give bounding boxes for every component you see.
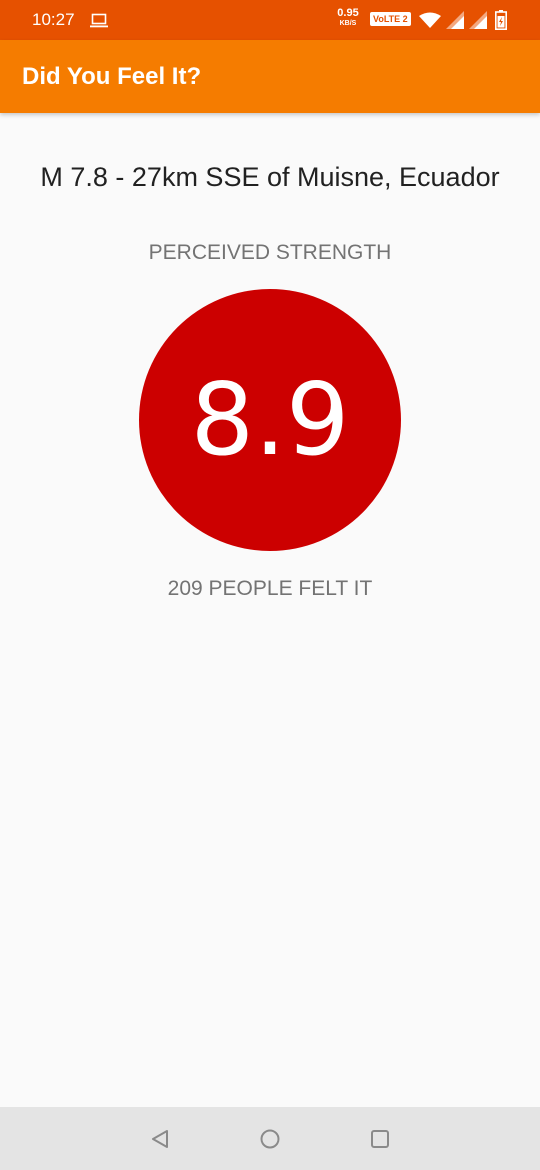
signal-icon [446, 11, 464, 29]
felt-count: 209 PEOPLE FELT IT [167, 577, 373, 600]
wifi-icon [419, 12, 441, 28]
status-time: 10:27 [32, 10, 75, 29]
network-speed: 0.95 KB/S [334, 7, 362, 28]
intensity-circle: 8.9 [139, 289, 401, 551]
app-bar: Did You Feel It? [0, 40, 540, 113]
earthquake-title: M 7.8 - 27km SSE of Muisne, Ecuador [40, 162, 500, 192]
battery-charging-icon [495, 10, 507, 30]
perceived-strength-label: PERCEIVED STRENGTH [148, 241, 392, 264]
home-icon[interactable] [259, 1128, 281, 1150]
laptop-icon [90, 13, 108, 28]
signal-icon [469, 11, 487, 29]
network-speed-unit: KB/S [339, 20, 357, 27]
back-icon[interactable] [149, 1128, 171, 1150]
network-speed-value: 0.95 [337, 7, 359, 19]
navigation-bar [0, 1107, 540, 1170]
recents-icon[interactable] [369, 1128, 391, 1150]
status-bar: 10:27 0.95 KB/S VoLTE 2 [0, 0, 540, 40]
app-title: Did You Feel It? [22, 63, 202, 90]
volte-badge: VoLTE 2 [370, 12, 411, 26]
intensity-value: 8.9 [190, 361, 350, 478]
